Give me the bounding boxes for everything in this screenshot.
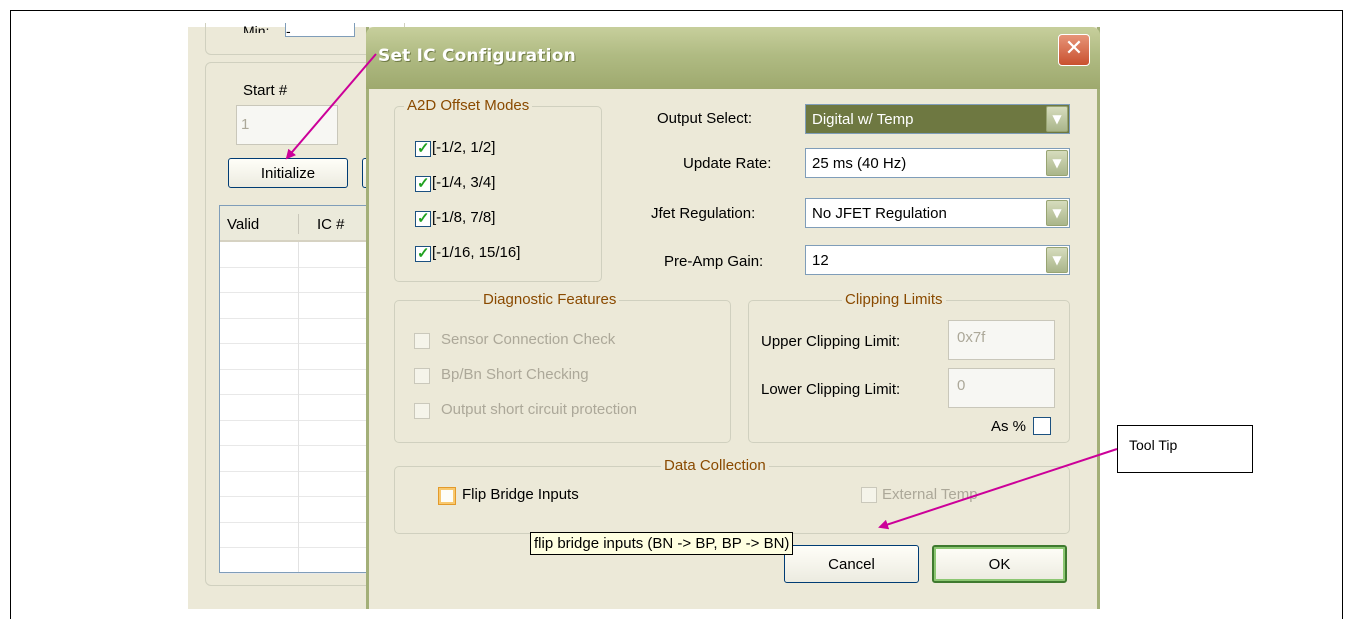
tooltip-arrow	[878, 448, 1118, 530]
initialize-arrow	[285, 53, 377, 160]
annotation-arrows	[285, 53, 1118, 530]
